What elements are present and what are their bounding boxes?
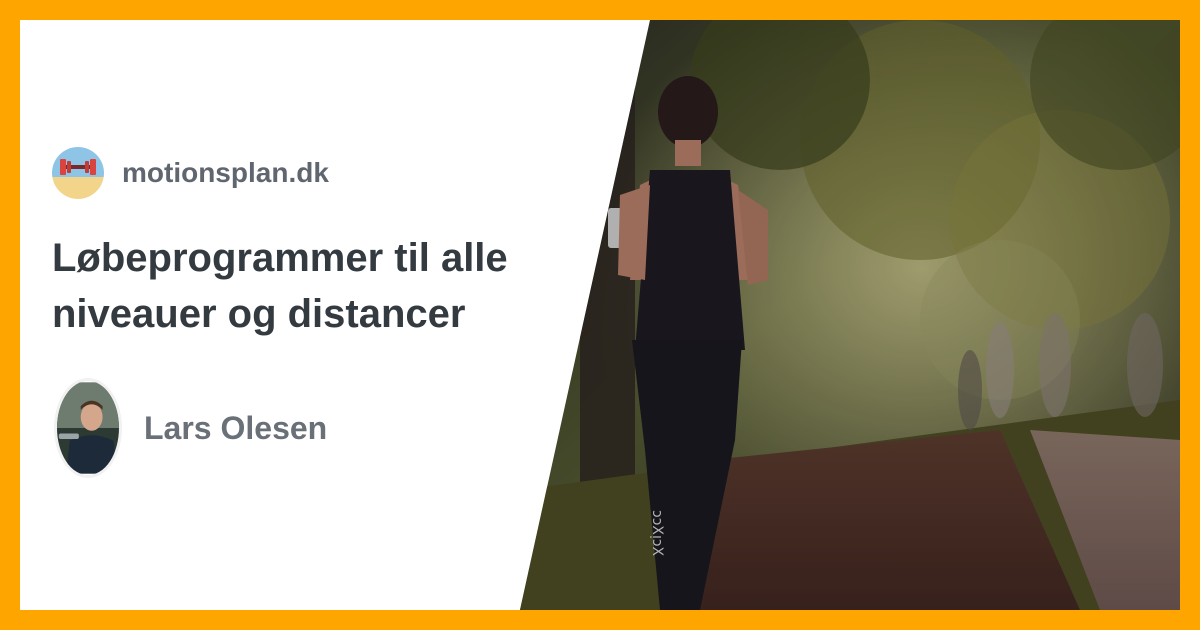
author-avatar — [54, 378, 122, 478]
content-panel: motionsplan.dk Løbeprogrammer til alle n… — [20, 20, 620, 610]
site-name: motionsplan.dk — [122, 157, 329, 188]
page-title: Løbeprogrammer til alle niveauer og dist… — [52, 236, 508, 336]
author-byline[interactable]: Lars Olesen — [54, 376, 327, 480]
site-header[interactable]: motionsplan.dk — [52, 146, 329, 200]
dumbbell-beach-icon — [52, 147, 104, 199]
author-name: Lars Olesen — [144, 409, 328, 446]
card-frame: ɔɔXᴉɔX motionsplan.dk Løbeprogrammer til… — [0, 0, 1200, 630]
card-inner: ɔɔXᴉɔX motionsplan.dk Løbeprogrammer til… — [20, 20, 1180, 610]
